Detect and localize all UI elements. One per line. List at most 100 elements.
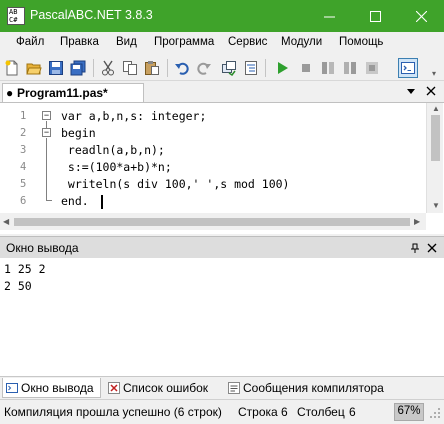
save-all-button[interactable] <box>68 58 88 78</box>
line-number: 5 <box>20 178 27 190</box>
toolbar: ▾ <box>0 55 444 81</box>
close-output-button[interactable] <box>425 241 439 255</box>
new-file-icon <box>5 60 18 76</box>
save-all-icon <box>70 60 86 76</box>
output-window-icon <box>401 62 415 74</box>
open-button[interactable] <box>24 58 44 78</box>
line-number: 4 <box>20 161 27 173</box>
fold-toggle-icon[interactable]: − <box>42 128 51 137</box>
line-label: Строка <box>238 405 278 419</box>
paste-button[interactable] <box>142 58 162 78</box>
maximize-button[interactable] <box>352 0 398 32</box>
modified-indicator-icon: ● <box>6 86 14 100</box>
cut-button[interactable] <box>98 58 118 78</box>
column-label: Столбец <box>297 405 345 419</box>
output-panel-header: Окно вывода <box>0 236 444 258</box>
paste-icon <box>145 61 159 75</box>
menu-bar: Файл Правка Вид Программа Сервис Модули … <box>0 32 444 54</box>
stop-icon <box>302 64 310 72</box>
format-button[interactable] <box>241 58 261 78</box>
step-icon <box>322 62 334 74</box>
copy-icon <box>123 61 137 75</box>
status-bar: Компиляция прошла успешно (6 строк) Стро… <box>0 399 444 424</box>
menu-file[interactable]: Файл <box>16 36 44 48</box>
code-line-2: begin <box>61 126 96 140</box>
output-window-toggle[interactable] <box>398 58 418 78</box>
scroll-up-icon[interactable]: ▲ <box>432 104 440 113</box>
scroll-right-icon[interactable]: ▶ <box>414 217 420 226</box>
code-text: readln(a,b,n); <box>61 143 165 157</box>
window-title: PascalABC.NET 3.8.3 <box>30 8 153 22</box>
text-caret <box>101 195 103 209</box>
step-over-button[interactable] <box>318 58 338 78</box>
step-out-button[interactable] <box>362 58 382 78</box>
open-folder-icon <box>26 63 42 75</box>
stop-button[interactable] <box>296 58 316 78</box>
line-number: 6 <box>20 195 27 207</box>
editor-horizontal-scrollbar[interactable]: ◀ ▶ <box>0 213 426 230</box>
editor-vertical-scrollbar[interactable]: ▲ ▼ <box>426 103 443 213</box>
tab-program11[interactable]: ● Program11.pas* <box>2 83 144 102</box>
status-message: Компиляция прошла успешно (6 строк) <box>4 405 222 419</box>
line-number-gutter: 1 2 3 4 5 6 <box>0 103 38 213</box>
code-text: end. <box>61 194 89 208</box>
menu-tools[interactable]: Сервис <box>228 36 267 48</box>
copy-button[interactable] <box>120 58 140 78</box>
close-button[interactable] <box>398 0 444 32</box>
minimize-button[interactable] <box>306 0 352 32</box>
scroll-down-icon[interactable]: ▼ <box>432 201 440 210</box>
redo-button[interactable] <box>194 58 214 78</box>
fold-guide-end <box>46 200 52 201</box>
bottom-panel-tabs: Окно вывода Список ошибок Сообщения комп… <box>0 376 444 398</box>
fold-toggle-icon[interactable]: − <box>42 111 51 120</box>
tab-label: Сообщения компилятора <box>243 381 384 395</box>
line-value: 6 <box>281 405 288 419</box>
close-icon <box>415 10 427 22</box>
tab-compiler-messages[interactable]: Сообщения компилятора <box>225 378 395 398</box>
code-text: s:=(100*a+b)*n; <box>61 160 172 174</box>
menu-modules[interactable]: Модули <box>281 36 322 48</box>
compile-button[interactable] <box>219 58 239 78</box>
run-button[interactable] <box>272 58 292 78</box>
fold-guide <box>46 138 47 200</box>
undo-button[interactable] <box>172 58 192 78</box>
scroll-thumb[interactable] <box>14 218 410 226</box>
code-text: begin <box>61 126 96 140</box>
menu-view[interactable]: Вид <box>116 36 137 48</box>
title-bar: AB C# PascalABC.NET 3.8.3 <box>0 0 444 32</box>
column-value: 6 <box>349 405 356 419</box>
toolbar-overflow-icon[interactable]: ▾ <box>432 69 436 78</box>
new-file-button[interactable] <box>2 58 22 78</box>
output-window[interactable]: 1 25 2 2 50 <box>0 258 444 376</box>
tab-dropdown-button[interactable] <box>404 84 418 98</box>
app-icon-text-bottom: C# <box>9 16 18 24</box>
scroll-thumb[interactable] <box>431 115 440 161</box>
scroll-left-icon[interactable]: ◀ <box>3 217 9 226</box>
format-icon <box>245 61 257 75</box>
tab-error-list[interactable]: Список ошибок <box>105 378 221 398</box>
code-editor[interactable]: 1 2 3 4 5 6 − − var a,b,n,s: integer; be… <box>0 102 444 234</box>
zoom-level[interactable]: 67% <box>394 403 424 421</box>
line-number: 2 <box>20 127 27 139</box>
maximize-icon <box>369 10 381 22</box>
cut-icon <box>102 60 114 76</box>
tab-label: Список ошибок <box>123 381 209 395</box>
menu-program[interactable]: Программа <box>154 36 214 48</box>
toolbar-separator <box>93 59 94 77</box>
close-tab-button[interactable] <box>424 84 438 98</box>
output-window-icon <box>6 383 18 393</box>
code-text: writeln(s div 100,' ',s mod 100) <box>61 177 290 191</box>
line-number: 1 <box>20 110 27 122</box>
step-into-button[interactable] <box>340 58 360 78</box>
menu-edit[interactable]: Правка <box>60 36 99 48</box>
pin-button[interactable] <box>408 241 422 255</box>
resize-grip-icon[interactable] <box>430 408 441 419</box>
toolbar-separator <box>265 59 266 77</box>
close-icon <box>426 86 436 96</box>
code-line-3: readln(a,b,n); <box>61 143 165 157</box>
menu-help[interactable]: Помощь <box>339 36 383 48</box>
tab-label: Program11.pas* <box>17 86 108 100</box>
close-icon <box>427 243 437 253</box>
tab-output-window[interactable]: Окно вывода <box>2 378 101 398</box>
save-button[interactable] <box>46 58 66 78</box>
